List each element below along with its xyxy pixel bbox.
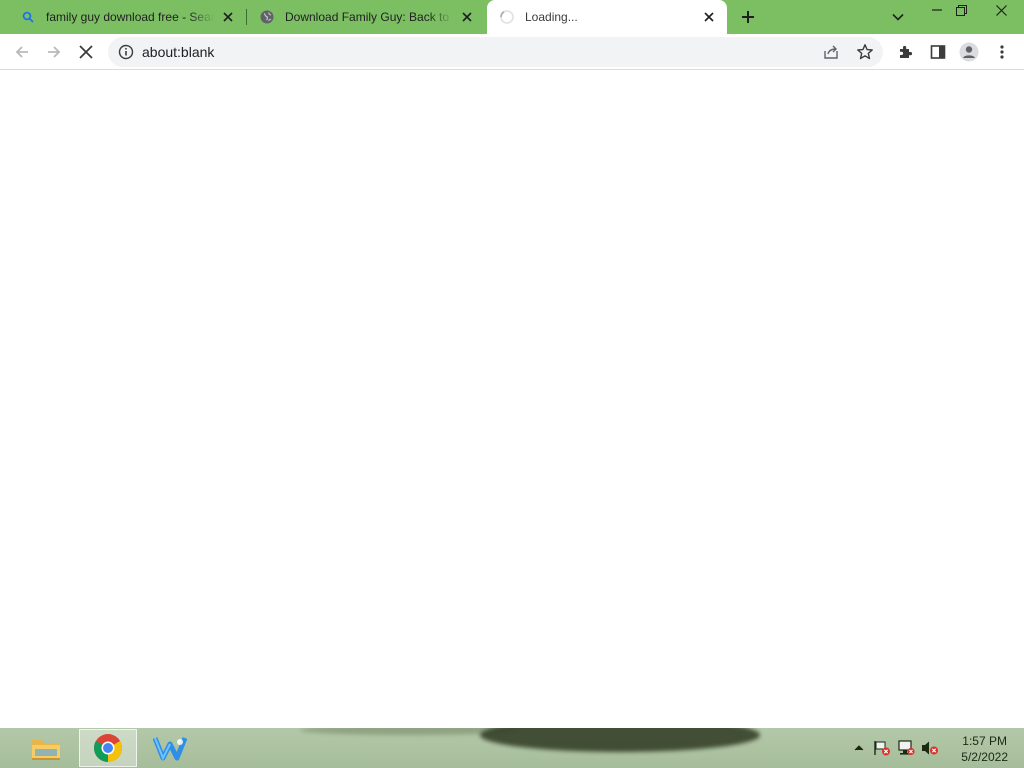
close-tab-icon[interactable]: [220, 9, 236, 25]
avatar-icon: [959, 42, 979, 62]
puzzle-icon: [900, 45, 913, 58]
page-content: [0, 71, 1024, 728]
clock-date: 5/2/2022: [961, 750, 1008, 764]
taskbar: 1:57 PM 5/2/2022: [0, 728, 1024, 768]
plus-icon: [742, 11, 754, 23]
restore-button[interactable]: [946, 0, 976, 20]
back-button[interactable]: [8, 38, 36, 66]
close-window-button[interactable]: [978, 0, 1024, 20]
flag-icon: [874, 741, 890, 756]
browser-toolbar: about:blank: [0, 34, 1024, 70]
globe-icon: [259, 9, 275, 25]
stop-icon: [79, 45, 93, 59]
bookmark-star-icon[interactable]: [856, 43, 874, 61]
close-tab-icon[interactable]: [701, 9, 717, 25]
profile-button[interactable]: [955, 38, 983, 66]
stop-loading-button[interactable]: [72, 38, 100, 66]
network-icon: [898, 740, 915, 756]
site-info-icon[interactable]: [118, 44, 134, 60]
tab-title: Loading...: [525, 10, 578, 24]
tab-strip: family guy download free - Search Downlo…: [0, 0, 1024, 34]
address-bar[interactable]: about:blank: [108, 37, 883, 67]
more-vertical-icon: [1000, 45, 1004, 59]
menu-button[interactable]: [988, 38, 1016, 66]
chevron-up-icon: [854, 745, 864, 751]
file-explorer-button[interactable]: [17, 729, 75, 767]
chrome-icon: [94, 734, 122, 762]
network-button[interactable]: [897, 740, 915, 756]
arrow-left-icon: [15, 46, 28, 58]
side-panel-icon: [930, 45, 946, 59]
forward-button[interactable]: [40, 38, 68, 66]
loading-spinner-icon: [499, 9, 515, 25]
close-icon: [995, 4, 1007, 16]
search-icon: [20, 9, 36, 25]
extensions-button[interactable]: [892, 38, 920, 66]
clock-time: 1:57 PM: [962, 734, 1007, 748]
chrome-taskbar-button[interactable]: [79, 729, 137, 767]
minimize-icon: [932, 9, 942, 11]
tab-download-page[interactable]: Download Family Guy: Back to the Multive…: [247, 0, 485, 34]
address-text: about:blank: [142, 44, 215, 60]
side-panel-button[interactable]: [924, 38, 952, 66]
tab-loading-active[interactable]: Loading...: [487, 0, 727, 34]
arrow-right-icon: [48, 46, 61, 58]
volume-button[interactable]: [921, 740, 939, 756]
tab-search-results[interactable]: family guy download free - Search: [8, 0, 246, 34]
wallpaper-shadow: [480, 728, 760, 752]
show-hidden-icons-button[interactable]: [850, 740, 868, 756]
installer-app-icon: [153, 737, 187, 761]
tab-title: Download Family Guy: Back to the Multive…: [285, 10, 453, 24]
new-tab-button[interactable]: [736, 6, 760, 28]
chevron-down-icon: [892, 13, 904, 21]
installer-app-button[interactable]: [141, 729, 199, 767]
file-explorer-icon: [32, 740, 60, 760]
volume-muted-icon: [922, 741, 938, 755]
action-center-button[interactable]: [873, 740, 891, 756]
restore-icon: [955, 4, 967, 16]
share-icon[interactable]: [822, 43, 840, 61]
tab-search-button[interactable]: [888, 8, 908, 26]
close-tab-icon[interactable]: [459, 9, 475, 25]
system-clock[interactable]: 1:57 PM 5/2/2022: [961, 733, 1008, 765]
tab-title: family guy download free - Search: [46, 10, 214, 24]
